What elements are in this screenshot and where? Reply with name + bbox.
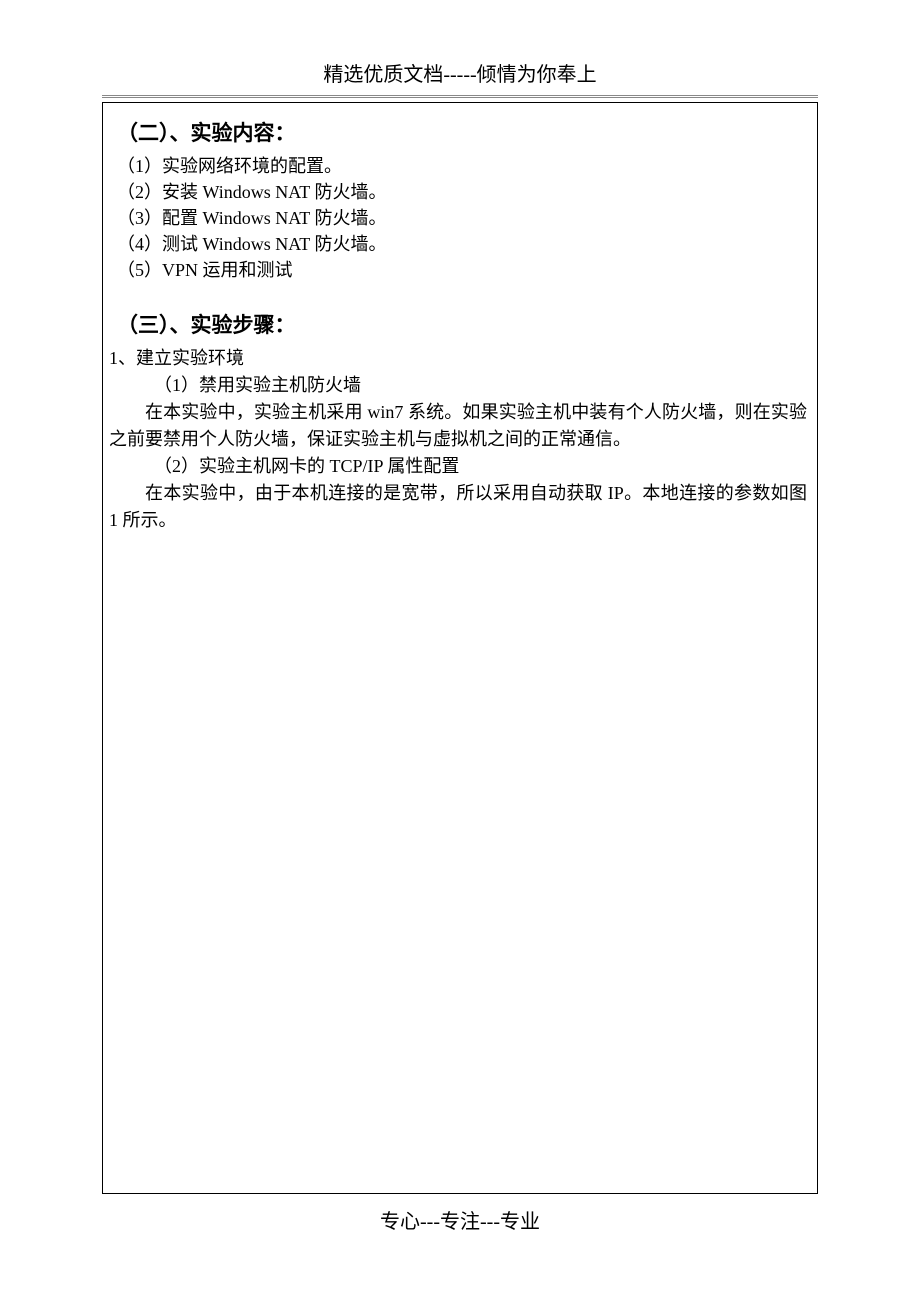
page-header: 精选优质文档-----倾情为你奉上: [0, 0, 920, 95]
step-1-title: 1、建立实验环境: [103, 345, 817, 372]
header-rule: [102, 95, 818, 98]
sub-2-title: （2）实验主机网卡的 TCP/IP 属性配置: [103, 453, 817, 480]
sub-1-title: （1）禁用实验主机防火墙: [103, 372, 817, 399]
page-footer: 专心---专注---专业: [0, 1205, 920, 1234]
header-rule-wrap: [0, 95, 920, 98]
spacer: [103, 283, 817, 309]
list-item: （2）安装 Windows NAT 防火墙。: [117, 179, 817, 205]
list-item: （5）VPN 运用和测试: [117, 257, 817, 283]
section-3-heading: （三）、实验步骤：: [103, 309, 817, 339]
footer-text: 专心---专注---专业: [380, 1211, 540, 1233]
content-frame: （二）、实验内容： （1）实验网络环境的配置。 （2）安装 Windows NA…: [102, 102, 818, 1194]
list-item: （1）实验网络环境的配置。: [117, 153, 817, 179]
section-2-heading: （二）、实验内容：: [103, 117, 817, 147]
header-title: 精选优质文档-----倾情为你奉上: [323, 64, 596, 86]
section-2-list: （1）实验网络环境的配置。 （2）安装 Windows NAT 防火墙。 （3）…: [103, 153, 817, 283]
sub-1-body: 在本实验中，实验主机采用 win7 系统。如果实验主机中装有个人防火墙，则在实验…: [103, 399, 817, 453]
sub-2-body: 在本实验中，由于本机连接的是宽带，所以采用自动获取 IP。本地连接的参数如图 1…: [103, 480, 817, 534]
list-item: （3）配置 Windows NAT 防火墙。: [117, 205, 817, 231]
list-item: （4）测试 Windows NAT 防火墙。: [117, 231, 817, 257]
